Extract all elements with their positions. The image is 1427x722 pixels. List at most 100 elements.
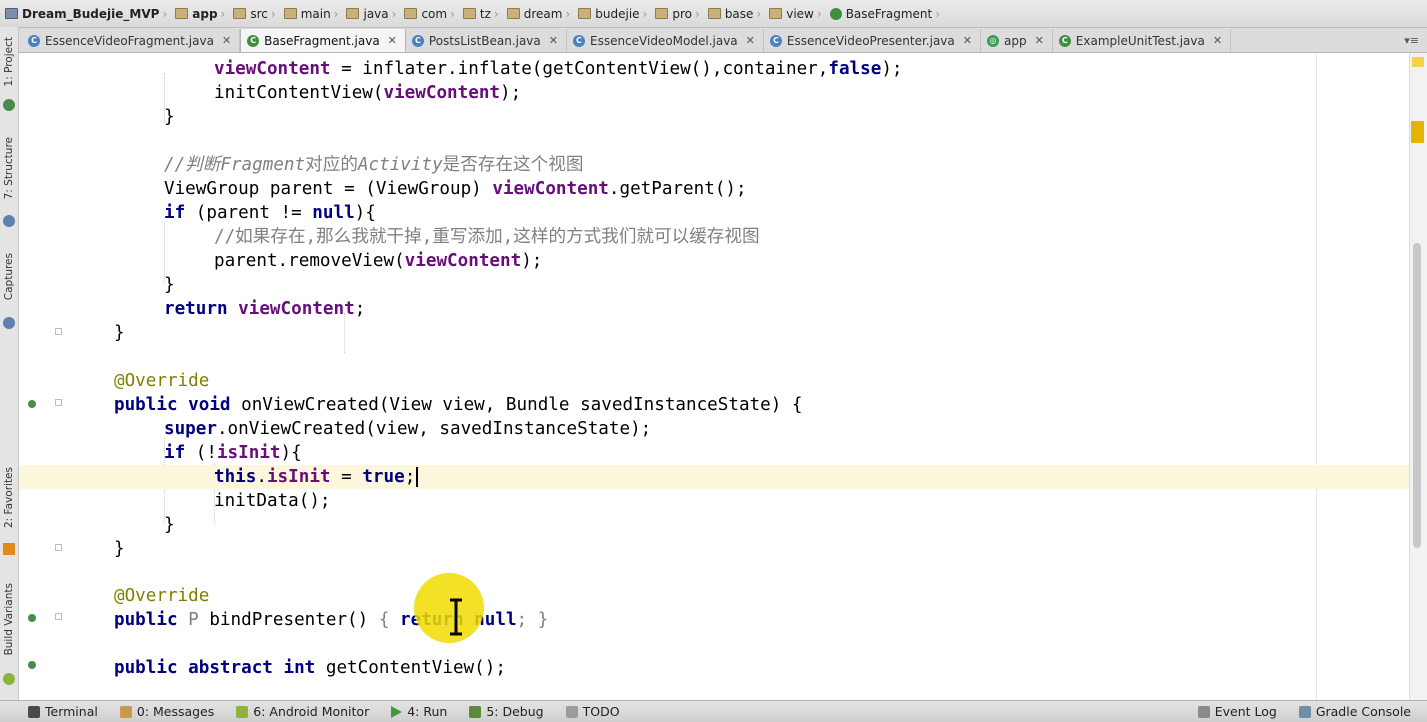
tool-android-monitor[interactable]: 6: Android Monitor: [236, 704, 369, 719]
close-icon[interactable]: ✕: [746, 34, 755, 47]
project-icon: [3, 99, 15, 111]
folder-icon: [283, 8, 297, 19]
sidebar-tab-project[interactable]: 1: Project: [0, 37, 18, 86]
close-icon[interactable]: ✕: [388, 34, 397, 47]
tab-essence-video-model[interactable]: C EssenceVideoModel.java ✕: [567, 29, 764, 52]
class-icon: [829, 7, 842, 20]
tool-todo[interactable]: TODO: [565, 704, 620, 719]
tab-essence-video-fragment[interactable]: C EssenceVideoFragment.java ✕: [22, 29, 241, 52]
code-line: super.onViewCreated(view, savedInstanceS…: [164, 419, 652, 439]
left-tool-window-bar: 1: Project 7: Structure Captures 2: Favo…: [0, 27, 19, 700]
camera-icon: [3, 317, 15, 329]
close-icon[interactable]: ✕: [963, 34, 972, 47]
breadcrumb-com[interactable]: com ›: [399, 0, 457, 27]
code-line: viewContent = inflater.inflate(getConten…: [214, 59, 903, 79]
current-code-line: this.isInit = true;: [19, 465, 1409, 489]
code-line: initData();: [214, 491, 331, 511]
messages-icon: [119, 705, 132, 718]
breadcrumb-src[interactable]: src ›: [228, 0, 278, 27]
event-log-icon: [1197, 705, 1210, 718]
package-icon: [578, 8, 592, 19]
code-line: }: [164, 515, 175, 535]
package-icon: [462, 8, 476, 19]
package-icon: [707, 8, 721, 19]
structure-icon: [3, 215, 15, 227]
class-icon: C: [769, 34, 782, 47]
breadcrumb-java[interactable]: java ›: [341, 0, 399, 27]
folder-icon: [233, 8, 247, 19]
class-icon: C: [28, 34, 40, 47]
gradle-console-icon: [1298, 705, 1311, 718]
code-line: }: [114, 323, 125, 343]
code-line: public P bindPresenter() { return null; …: [114, 610, 549, 630]
class-icon: C: [247, 34, 260, 47]
run-icon: [391, 705, 403, 718]
tab-list-menu[interactable]: ▾≡: [1404, 29, 1427, 52]
class-icon: C: [411, 34, 424, 47]
breadcrumb-dream[interactable]: dream ›: [502, 0, 574, 27]
class-icon: C: [572, 34, 585, 47]
bottom-tool-window-bar: Terminal 0: Messages 6: Android Monitor …: [0, 700, 1427, 722]
android-icon: [3, 673, 15, 685]
close-icon[interactable]: ✕: [1035, 34, 1044, 47]
sidebar-tab-favorites[interactable]: 2: Favorites: [0, 467, 18, 528]
editor-scrollbar[interactable]: [1409, 53, 1427, 700]
breadcrumb-budejie[interactable]: budejie ›: [573, 0, 650, 27]
tool-messages[interactable]: 0: Messages: [119, 704, 214, 719]
folder-icon: [175, 8, 189, 19]
tool-event-log[interactable]: Event Log: [1197, 704, 1277, 719]
breadcrumb: Dream_Budejie_MVP › app › src › main › java ›…: [0, 0, 1427, 28]
code-line: @Override: [114, 586, 210, 606]
package-icon: [404, 8, 418, 19]
project-icon: [5, 8, 18, 19]
close-icon[interactable]: ✕: [549, 34, 558, 47]
breadcrumb-app[interactable]: app ›: [170, 0, 228, 27]
inspection-status-icon[interactable]: [1412, 57, 1424, 67]
tab-posts-list-bean[interactable]: C PostsListBean.java ✕: [406, 29, 567, 52]
terminal-icon: [28, 705, 40, 718]
package-icon: [506, 8, 520, 19]
tab-base-fragment[interactable]: C BaseFragment.java ✕: [240, 29, 406, 52]
code-line: return viewContent;: [164, 299, 366, 319]
code-editor[interactable]: viewContent = inflater.inflate(getConten…: [19, 53, 1409, 700]
tab-app[interactable]: ◎ app ✕: [981, 29, 1053, 52]
code-line: ViewGroup parent = (ViewGroup) viewConte…: [164, 179, 747, 199]
code-line: public void onViewCreated(View view, Bun…: [114, 395, 803, 415]
code-line: parent.removeView(viewContent);: [214, 251, 543, 271]
sidebar-tab-captures[interactable]: Captures: [0, 253, 18, 300]
sidebar-tab-build-variants[interactable]: Build Variants: [0, 583, 18, 655]
text-caret: [416, 467, 419, 487]
tool-terminal[interactable]: Terminal: [28, 704, 98, 719]
close-icon[interactable]: ✕: [1213, 34, 1222, 47]
tool-debug[interactable]: 5: Debug: [469, 704, 544, 719]
module-icon: ◎: [986, 34, 999, 47]
sidebar-tab-structure[interactable]: 7: Structure: [0, 137, 18, 199]
breadcrumb-pro[interactable]: pro ›: [650, 0, 702, 27]
tool-run[interactable]: 4: Run: [391, 704, 447, 719]
breadcrumb-view[interactable]: view ›: [764, 0, 824, 27]
tab-essence-video-presenter[interactable]: C EssenceVideoPresenter.java ✕: [764, 29, 981, 52]
breadcrumb-base[interactable]: base ›: [703, 0, 764, 27]
star-icon: [3, 543, 15, 555]
tab-example-unit-test[interactable]: C ExampleUnitTest.java ✕: [1053, 29, 1232, 52]
code-line: //如果存在,那么我就干掉,重写添加,这样的方式我们就可以缓存视图: [214, 227, 760, 247]
code-line: initContentView(viewContent);: [214, 83, 522, 103]
code-line: if (parent != null){: [164, 203, 376, 223]
code-line: @Override: [114, 371, 210, 391]
breadcrumb-project[interactable]: Dream_Budejie_MVP ›: [0, 0, 170, 27]
breadcrumb-main[interactable]: main ›: [279, 0, 342, 27]
folder-icon: [346, 8, 360, 19]
close-icon[interactable]: ✕: [222, 34, 231, 47]
warning-marker[interactable]: [1411, 121, 1424, 143]
code-line: }: [114, 539, 125, 559]
breadcrumb-basefragment[interactable]: BaseFragment ›: [825, 0, 943, 27]
editor-tabs: C EssenceVideoFragment.java ✕ C BaseFragmen…: [0, 28, 1427, 53]
code-line: //判断Fragment对应的Activity是否存在这个视图: [164, 155, 584, 175]
package-icon: [655, 8, 669, 19]
tool-gradle-console[interactable]: Gradle Console: [1298, 704, 1411, 719]
breadcrumb-tz[interactable]: tz ›: [458, 0, 502, 27]
todo-icon: [565, 705, 578, 718]
scroll-thumb[interactable]: [1413, 243, 1421, 548]
android-icon: [236, 705, 249, 718]
code-line: }: [164, 275, 175, 295]
